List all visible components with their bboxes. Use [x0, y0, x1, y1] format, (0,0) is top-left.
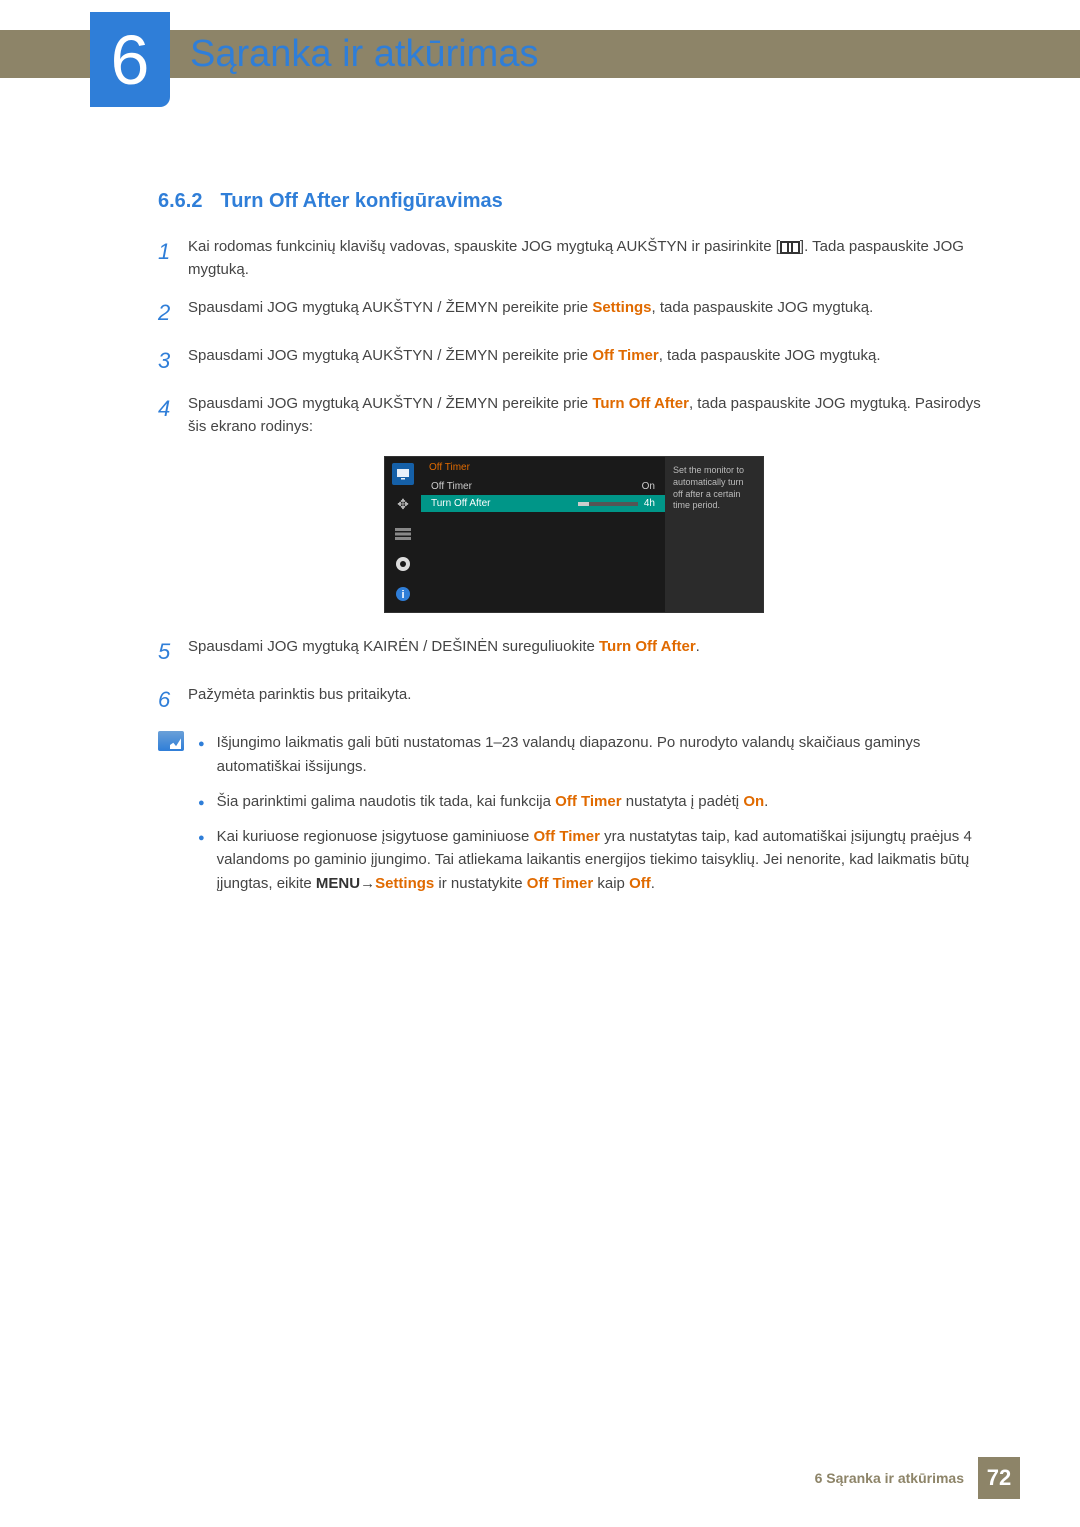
note-item: ● Kai kuriuose regionuose įsigytuose gam…: [198, 825, 990, 895]
bullet-icon: ●: [198, 830, 205, 895]
step-body: Spausdami JOG mygtuką KAIRĖN / DEŠINĖN s…: [188, 635, 990, 669]
note-icon: [158, 731, 184, 751]
arrow-icon: →: [360, 872, 375, 895]
osd-tip: Set the monitor to automatically turn of…: [665, 457, 763, 612]
bullet-icon: ●: [198, 795, 205, 813]
note-item: ● Išjungimo laikmatis gali būti nustatom…: [198, 731, 990, 778]
osd-screenshot: ✥ i Off Timer Off Timer On: [158, 456, 990, 613]
step-2: 2 Spausdami JOG mygtuką AUKŠTYN / ŽEMYN …: [158, 296, 990, 330]
footer-text: 6 Sąranka ir atkūrimas: [815, 1470, 964, 1486]
step-4: 4 Spausdami JOG mygtuką AUKŠTYN / ŽEMYN …: [158, 392, 990, 439]
step-number: 3: [158, 344, 188, 378]
step-body: Spausdami JOG mygtuką AUKŠTYN / ŽEMYN pe…: [188, 344, 990, 378]
chapter-badge: 6: [90, 12, 170, 107]
osd-row-turnoffafter: Turn Off After 4h: [421, 495, 665, 512]
osd-row-offtimer: Off Timer On: [421, 478, 665, 495]
svg-text:i: i: [401, 589, 404, 601]
note-block: ● Išjungimo laikmatis gali būti nustatom…: [158, 731, 990, 907]
step-body: Spausdami JOG mygtuką AUKŠTYN / ŽEMYN pe…: [188, 296, 990, 330]
step-body: Spausdami JOG mygtuką AUKŠTYN / ŽEMYN pe…: [188, 392, 990, 439]
step-number: 2: [158, 296, 188, 330]
move-icon: ✥: [392, 493, 414, 515]
step-list: 1 Kai rodomas funkcinių klavišų vadovas,…: [158, 235, 990, 438]
menu-icon: [780, 241, 800, 254]
osd-panel: ✥ i Off Timer Off Timer On: [384, 456, 764, 613]
gear-icon: [392, 553, 414, 575]
step-6: 6 Pažymėta parinktis bus pritaikyta.: [158, 683, 990, 717]
info-icon: i: [392, 583, 414, 605]
section-number: 6.6.2: [158, 190, 202, 212]
section-title: Turn Off After konfigūravimas: [220, 190, 502, 212]
step-body: Kai rodomas funkcinių klavišų vadovas, s…: [188, 235, 990, 282]
bullet-icon: ●: [198, 736, 205, 778]
note-list: ● Išjungimo laikmatis gali būti nustatom…: [198, 731, 990, 907]
monitor-icon: [392, 463, 414, 485]
step-5: 5 Spausdami JOG mygtuką KAIRĖN / DEŠINĖN…: [158, 635, 990, 669]
section-heading: 6.6.2 Turn Off After konfigūravimas: [158, 190, 990, 213]
chapter-title: Sąranka ir atkūrimas: [190, 33, 538, 76]
chapter-number: 6: [111, 20, 150, 100]
osd-sidebar: ✥ i: [385, 457, 421, 612]
list-icon: [392, 523, 414, 545]
note-item: ● Šia parinktimi galima naudotis tik tad…: [198, 790, 990, 813]
step-number: 4: [158, 392, 188, 439]
step-list-cont: 5 Spausdami JOG mygtuką KAIRĖN / DEŠINĖN…: [158, 635, 990, 717]
content-area: 6.6.2 Turn Off After konfigūravimas 1 Kai…: [158, 190, 990, 907]
step-number: 6: [158, 683, 188, 717]
step-body: Pažymėta parinktis bus pritaikyta.: [188, 683, 990, 717]
step-3: 3 Spausdami JOG mygtuką AUKŠTYN / ŽEMYN …: [158, 344, 990, 378]
step-1: 1 Kai rodomas funkcinių klavišų vadovas,…: [158, 235, 990, 282]
osd-slider: [578, 502, 638, 506]
step-number: 5: [158, 635, 188, 669]
osd-header: Off Timer: [421, 457, 665, 478]
footer: 6 Sąranka ir atkūrimas 72: [815, 1457, 1020, 1499]
page-number: 72: [978, 1457, 1020, 1499]
step-number: 1: [158, 235, 188, 282]
osd-body: Off Timer Off Timer On Turn Off After 4h: [421, 457, 665, 612]
